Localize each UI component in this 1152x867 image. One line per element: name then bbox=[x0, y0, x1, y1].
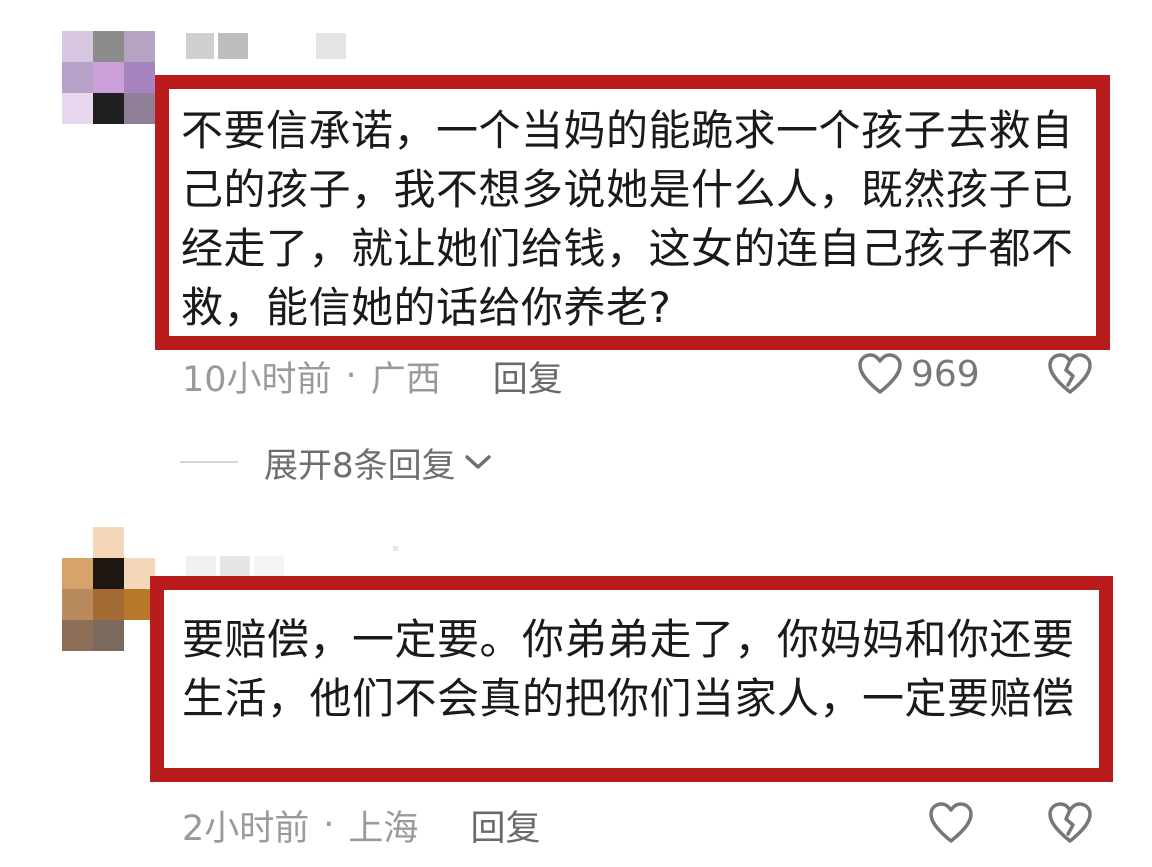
meta-separator: · bbox=[323, 805, 335, 845]
username-blur-block bbox=[252, 33, 312, 59]
avatar-pixel bbox=[93, 31, 124, 62]
comment-text: 要赔偿，一定要。你弟弟走了，你妈妈和你还要生活，他们不会真的把你们当家人，一定要… bbox=[182, 615, 1075, 723]
avatar-pixel bbox=[62, 93, 93, 124]
faint-dot bbox=[393, 546, 398, 551]
broken-heart-icon bbox=[1048, 353, 1092, 394]
comment-region: 上海 bbox=[348, 808, 419, 849]
username-blur-block bbox=[218, 33, 248, 59]
avatar-pixel bbox=[124, 31, 155, 62]
avatar-pixel bbox=[93, 620, 124, 651]
reply-button[interactable]: 回复 bbox=[493, 351, 563, 402]
heart-outline-icon bbox=[929, 802, 973, 843]
comment-time: 2小时前 bbox=[182, 808, 310, 849]
avatar-pixel bbox=[93, 589, 124, 620]
avatar-pixel bbox=[62, 558, 93, 589]
expand-replies-button[interactable]: 展开8条回复 bbox=[180, 440, 492, 486]
heart-outline-icon bbox=[858, 353, 902, 394]
avatar-pixel bbox=[124, 62, 155, 93]
avatar-pixel bbox=[124, 93, 155, 124]
meta-separator: · bbox=[345, 356, 357, 396]
avatar-pixel bbox=[62, 620, 93, 651]
chevron-down-icon bbox=[464, 455, 491, 469]
expand-replies-label: 展开8条回复 bbox=[264, 445, 456, 486]
dislike-button[interactable] bbox=[1047, 352, 1093, 396]
like-count: 969 bbox=[911, 353, 980, 395]
avatar-pixel bbox=[93, 93, 124, 124]
avatar-pixel bbox=[93, 558, 124, 589]
comment-text: 不要信承诺，一个当妈的能跪求一个孩子去救自己的孩子，我不想多说她是什么人，既然孩… bbox=[181, 106, 1074, 332]
like-button[interactable]: 969 bbox=[857, 352, 980, 396]
username-blur-block bbox=[186, 33, 214, 59]
comment-highlight-box: 不要信承诺，一个当妈的能跪求一个孩子去救自己的孩子，我不想多说她是什么人，既然孩… bbox=[155, 75, 1110, 350]
like-button[interactable] bbox=[928, 801, 982, 845]
comment-meta: 10小时前 · 广西 回复 bbox=[182, 354, 563, 400]
avatar-pixel bbox=[62, 31, 93, 62]
comment-time: 10小时前 bbox=[182, 359, 332, 400]
comment-meta: 2小时前 · 上海 回复 bbox=[182, 803, 540, 849]
avatar-pixel bbox=[62, 589, 93, 620]
reply-button[interactable]: 回复 bbox=[470, 800, 540, 851]
username-blur-block bbox=[316, 33, 346, 59]
broken-heart-icon bbox=[1048, 802, 1092, 843]
comment-region: 广西 bbox=[370, 359, 441, 400]
avatar-pixel bbox=[62, 62, 93, 93]
dislike-button[interactable] bbox=[1047, 801, 1093, 845]
avatar[interactable] bbox=[62, 31, 155, 124]
username-redacted[interactable] bbox=[186, 33, 346, 59]
comment-highlight-box: 要赔偿，一定要。你弟弟走了，你妈妈和你还要生活，他们不会真的把你们当家人，一定要… bbox=[150, 576, 1113, 782]
divider-line bbox=[180, 461, 238, 463]
avatar-pixel bbox=[93, 62, 124, 93]
avatar[interactable] bbox=[62, 558, 155, 651]
avatar-top-fragment bbox=[93, 527, 124, 558]
